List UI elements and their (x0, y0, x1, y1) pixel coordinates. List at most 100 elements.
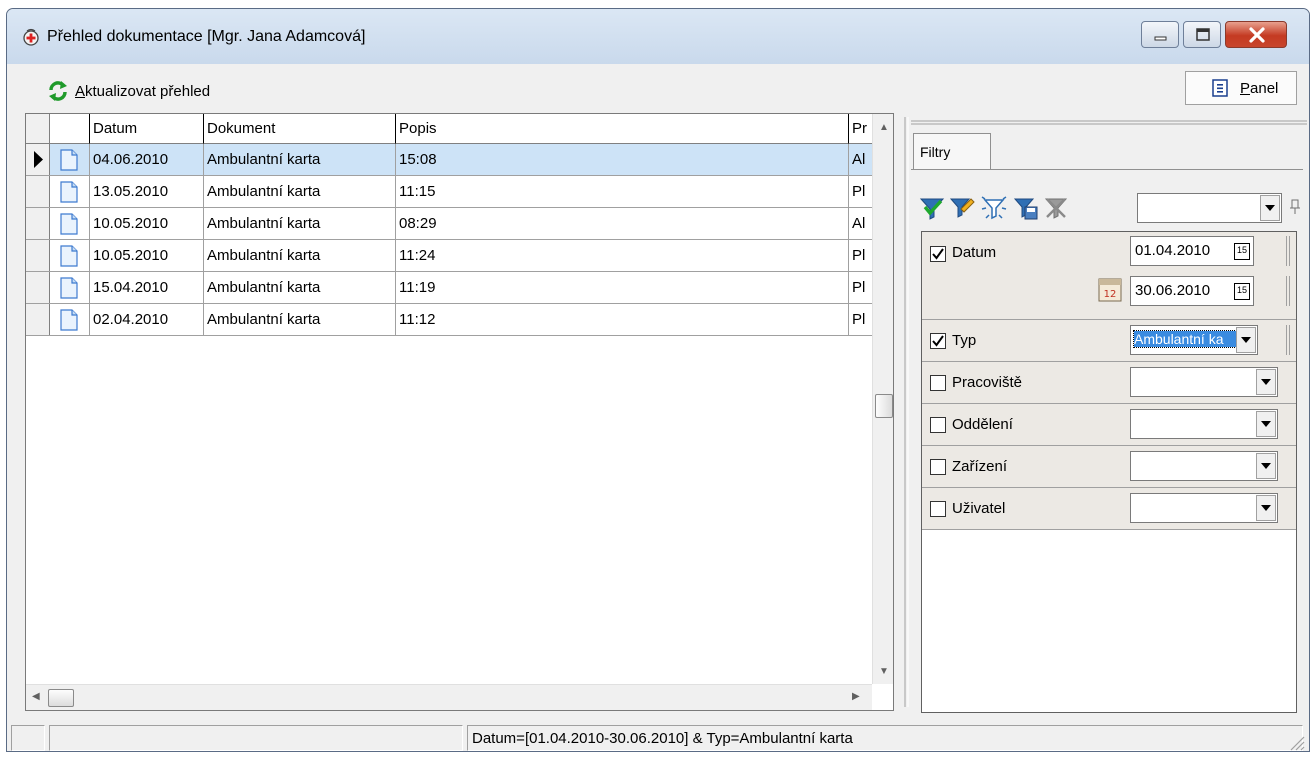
apply-filter-button[interactable] (919, 195, 945, 221)
check-icon (932, 248, 944, 260)
pracoviste-select[interactable] (1130, 367, 1278, 397)
document-icon (60, 181, 78, 203)
pin-icon[interactable] (1288, 199, 1302, 215)
cell-p: Pl (852, 311, 866, 328)
vertical-scrollbar[interactable]: ▲ ▼ (872, 114, 893, 684)
scroll-right-icon[interactable]: ▶ (852, 691, 860, 702)
cell-dokument: Ambulantní karta (204, 240, 396, 271)
table-row[interactable]: 15.04.2010 Ambulantní karta 11:19 Pl (26, 272, 872, 304)
datum-to-field[interactable]: 30.06.2010 15 (1130, 276, 1254, 306)
cell-popis: 11:19 (396, 272, 849, 303)
zarizeni-label: Zařízení (952, 458, 1008, 475)
filter-edit-icon (949, 198, 975, 218)
panel-button[interactable]: Panel (1185, 71, 1297, 105)
typ-checkbox[interactable] (930, 333, 946, 349)
zarizeni-checkbox[interactable] (930, 459, 946, 475)
panel-grip (911, 120, 1307, 125)
filter-apply-icon (919, 198, 945, 220)
maximize-icon (1196, 28, 1210, 41)
calendar-range-button[interactable]: 12 (1098, 276, 1122, 302)
document-cell (50, 208, 90, 239)
table-row[interactable]: 02.04.2010 Ambulantní karta 11:12 Pl (26, 304, 872, 336)
chevron-down-icon[interactable] (1256, 411, 1276, 437)
cell-dokument: Ambulantní karta (204, 176, 396, 207)
uzivatel-checkbox[interactable] (930, 501, 946, 517)
tab-filtry-label: Filtry (920, 144, 951, 160)
status-pane-filter: Datum=[01.04.2010-30.06.2010] & Typ=Ambu… (467, 725, 1303, 751)
chevron-down-icon[interactable] (1256, 453, 1276, 479)
header-indicator (26, 114, 50, 144)
horizontal-scrollbar[interactable]: ◀ ▶ (26, 684, 872, 710)
cell-datum: 02.04.2010 (90, 304, 204, 335)
minimize-icon (1154, 36, 1167, 41)
tab-filtry[interactable]: Filtry (913, 133, 991, 169)
filter-row-oddeleni: Oddělení (922, 404, 1296, 446)
filter-row-zarizeni: Zařízení (922, 446, 1296, 488)
table-row[interactable]: 10.05.2010 Ambulantní karta 11:24 Pl (26, 240, 872, 272)
row-end-marker (1286, 325, 1290, 355)
column-header-datum[interactable]: Datum (90, 114, 204, 144)
refresh-button[interactable]: Aktualizovat přehled (47, 77, 210, 105)
table-row[interactable]: 10.05.2010 Ambulantní karta 08:29 Al (26, 208, 872, 240)
row-indicator (26, 144, 50, 175)
pracoviste-checkbox[interactable] (930, 375, 946, 391)
chevron-down-icon[interactable] (1256, 369, 1276, 395)
zarizeni-select[interactable] (1130, 451, 1278, 481)
typ-select[interactable]: Ambulantní ka (1130, 325, 1258, 355)
status-pane-1 (11, 725, 45, 751)
calendar-icon[interactable]: 15 (1234, 243, 1250, 260)
filter-row-uzivatel: Uživatel (922, 488, 1296, 530)
cell-dokument: Ambulantní karta (204, 304, 396, 335)
row-indicator (26, 176, 50, 207)
column-header-dokument[interactable]: Dokument (204, 114, 396, 144)
edit-filter-button[interactable] (949, 195, 975, 221)
oddeleni-checkbox[interactable] (930, 417, 946, 433)
close-icon (1249, 27, 1265, 43)
column-header-popis[interactable]: Popis (396, 114, 849, 144)
filter-row-pracoviste: Pracoviště (922, 362, 1296, 404)
oddeleni-select[interactable] (1130, 409, 1278, 439)
datum-checkbox[interactable] (930, 246, 946, 262)
horizontal-scroll-thumb[interactable] (48, 689, 74, 707)
chevron-down-icon[interactable] (1260, 195, 1280, 221)
resize-grip-icon[interactable] (1287, 733, 1305, 751)
cell-datum: 04.06.2010 (90, 144, 204, 175)
toolbar: Aktualizovat přehled Panel (7, 69, 1309, 109)
title-bar[interactable]: Přehled dokumentace [Mgr. Jana Adamcová] (7, 9, 1309, 64)
table-row[interactable]: 13.05.2010 Ambulantní karta 11:15 Pl (26, 176, 872, 208)
save-filter-button[interactable] (1013, 195, 1039, 221)
chevron-down-icon[interactable] (1236, 327, 1256, 353)
minimize-button[interactable] (1141, 21, 1179, 48)
delete-filter-button[interactable] (1043, 195, 1069, 221)
row-pointer-icon (34, 151, 43, 168)
column-header-p[interactable]: Pr (849, 114, 872, 144)
filter-toolbar (919, 191, 1307, 225)
status-bar: Datum=[01.04.2010-30.06.2010] & Typ=Ambu… (7, 721, 1309, 751)
chevron-down-icon[interactable] (1256, 495, 1276, 521)
uzivatel-select[interactable] (1130, 493, 1278, 523)
cell-datum: 10.05.2010 (90, 208, 204, 239)
documents-grid[interactable]: Datum Dokument Popis Pr 04.06.2010 Ambul… (25, 113, 894, 711)
datum-from-field[interactable]: 01.04.2010 15 (1130, 236, 1254, 266)
cell-dokument: Ambulantní karta (204, 144, 396, 175)
scroll-up-icon[interactable]: ▲ (879, 122, 889, 133)
scroll-left-icon[interactable]: ◀ (32, 691, 40, 702)
window-title: Přehled dokumentace [Mgr. Jana Adamcová] (47, 28, 366, 45)
uzivatel-label: Uživatel (952, 500, 1006, 517)
maximize-button[interactable] (1183, 21, 1221, 48)
calendar-icon[interactable]: 15 (1234, 283, 1250, 300)
cell-datum: 15.04.2010 (90, 272, 204, 303)
grid-header: Datum Dokument Popis Pr (26, 114, 872, 144)
cell-p: Pl (852, 183, 866, 200)
row-indicator (26, 272, 50, 303)
saved-filter-select[interactable] (1137, 193, 1282, 223)
clear-filter-button[interactable] (981, 195, 1007, 221)
table-row[interactable]: 04.06.2010 Ambulantní karta 15:08 Al (26, 144, 872, 176)
close-button[interactable] (1225, 21, 1287, 48)
document-icon (60, 213, 78, 235)
refresh-icon (49, 81, 67, 101)
vertical-scroll-thumb[interactable] (875, 394, 893, 418)
datum-label: Datum (952, 244, 997, 261)
document-icon (60, 277, 78, 299)
scroll-down-icon[interactable]: ▼ (879, 666, 889, 677)
